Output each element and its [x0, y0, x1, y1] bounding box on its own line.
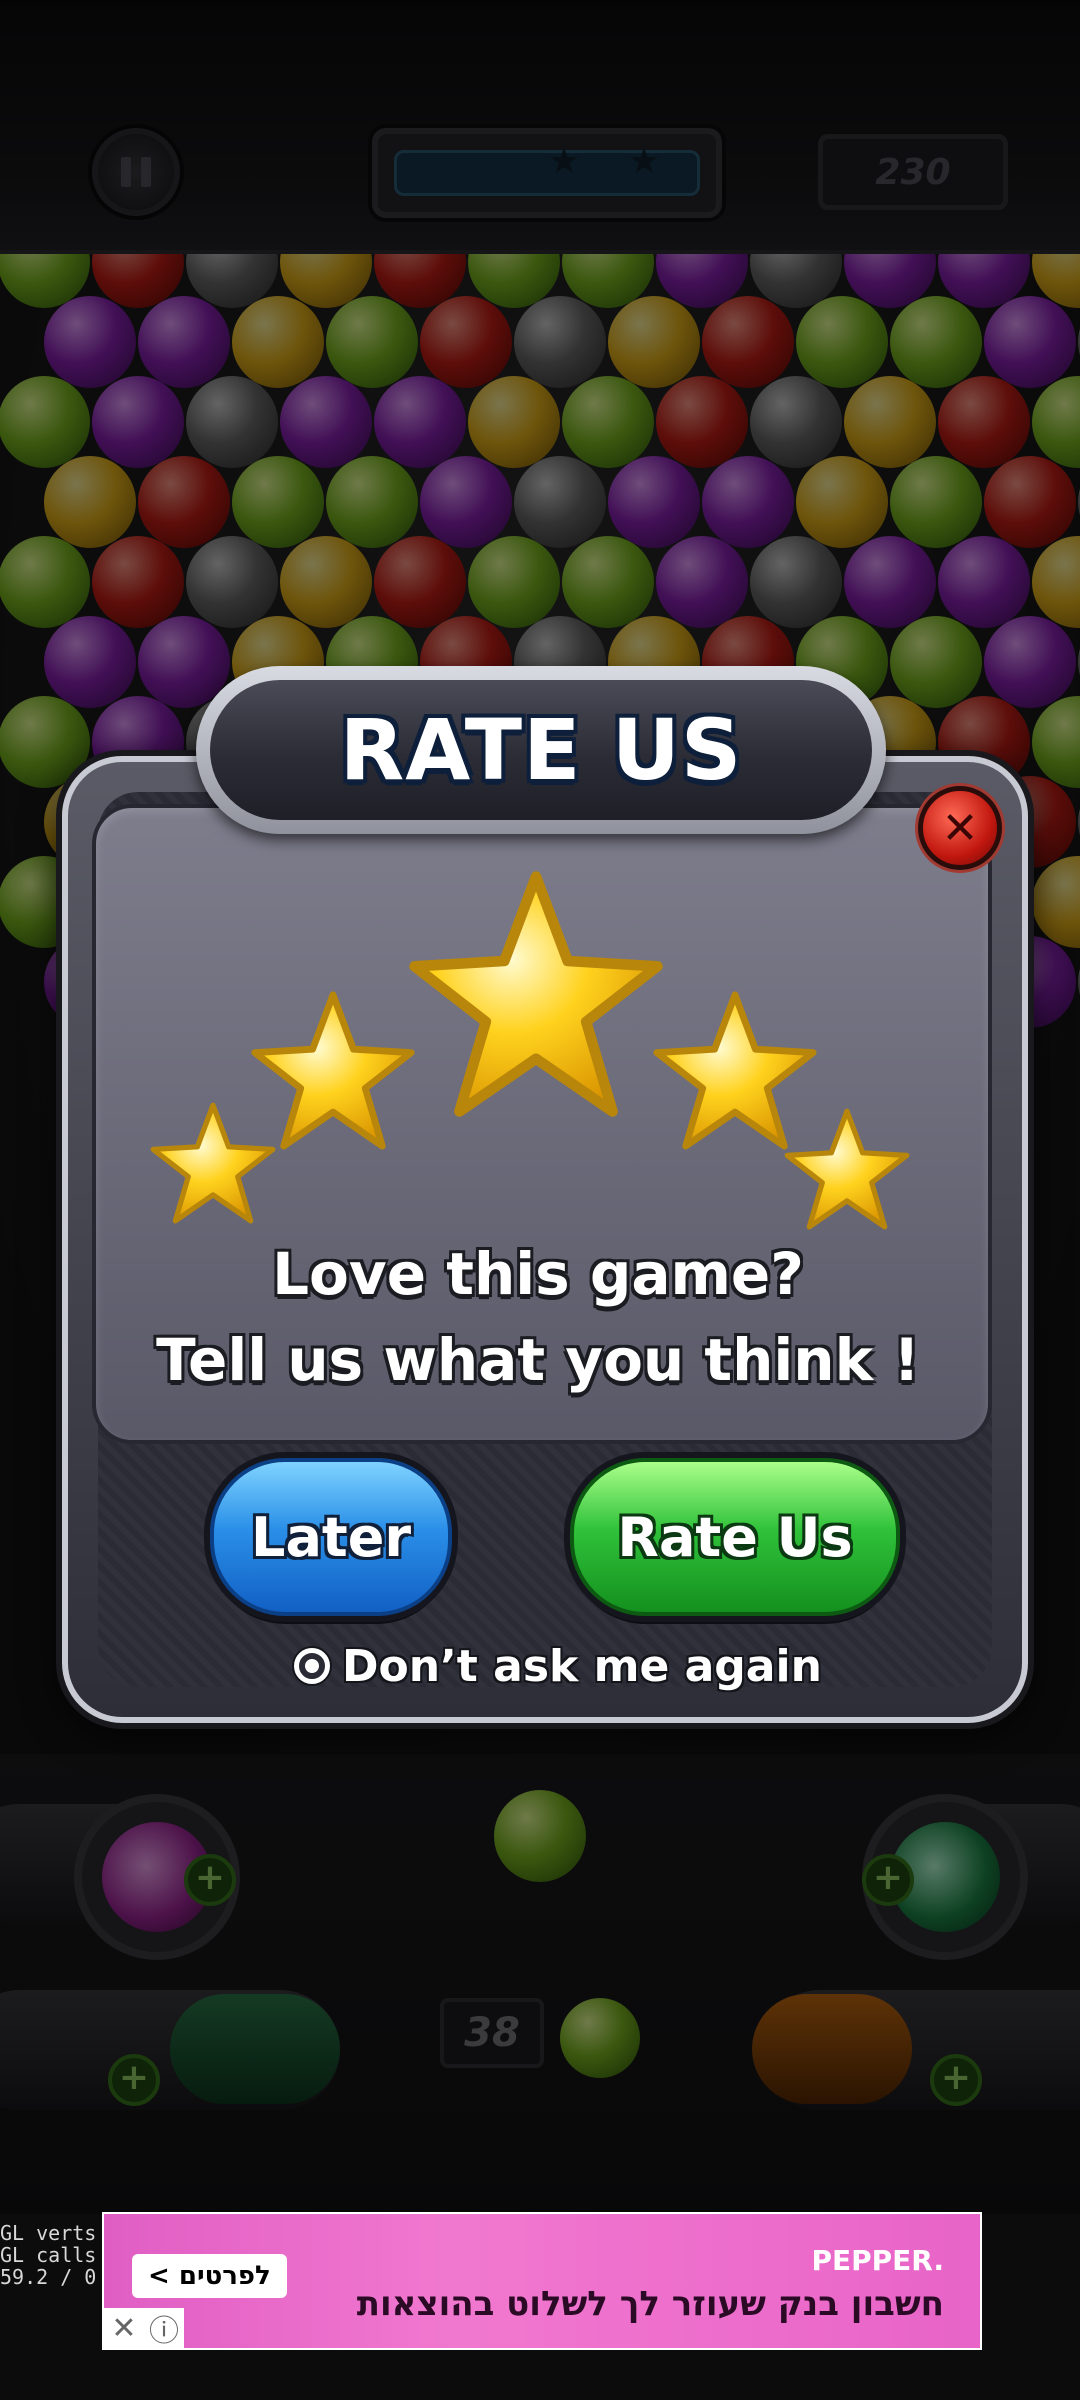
dialog-title: RATE US — [339, 701, 743, 799]
close-button[interactable]: ✕ — [918, 786, 1002, 870]
radio-icon[interactable] — [294, 1648, 330, 1684]
close-icon: ✕ — [941, 802, 979, 854]
ad-info-icon[interactable]: ⓘ — [144, 2308, 184, 2349]
ad-close-icon[interactable]: ✕ — [104, 2308, 144, 2348]
ad-cta-button[interactable]: לפרטים > — [132, 2254, 287, 2298]
dont-ask-label: Don’t ask me again — [342, 1640, 822, 1692]
dialog-title-banner: RATE US — [196, 666, 886, 834]
dialog-message-line1: Love this game? — [272, 1240, 804, 1308]
star-icon[interactable] — [404, 866, 668, 1130]
ad-banner[interactable]: PEPPER. חשבון בנק שעוזר לך לשלוט בהוצאות… — [102, 2212, 982, 2350]
rate-us-button[interactable]: Rate Us — [570, 1458, 900, 1616]
later-button[interactable]: Later — [210, 1458, 452, 1616]
star-icon[interactable] — [248, 988, 418, 1158]
ad-brand: PEPPER. — [811, 2244, 944, 2277]
debug-stats: GL verts GL calls 59.2 / 0 — [0, 2221, 97, 2289]
dialog-message-line2: Tell us what you think ! — [156, 1326, 920, 1394]
dont-ask-again-option[interactable]: Don’t ask me again — [294, 1636, 822, 1696]
star-icon[interactable] — [782, 1106, 912, 1236]
ad-text: חשבון בנק שעוזר לך לשלוט בהוצאות — [356, 2284, 944, 2324]
